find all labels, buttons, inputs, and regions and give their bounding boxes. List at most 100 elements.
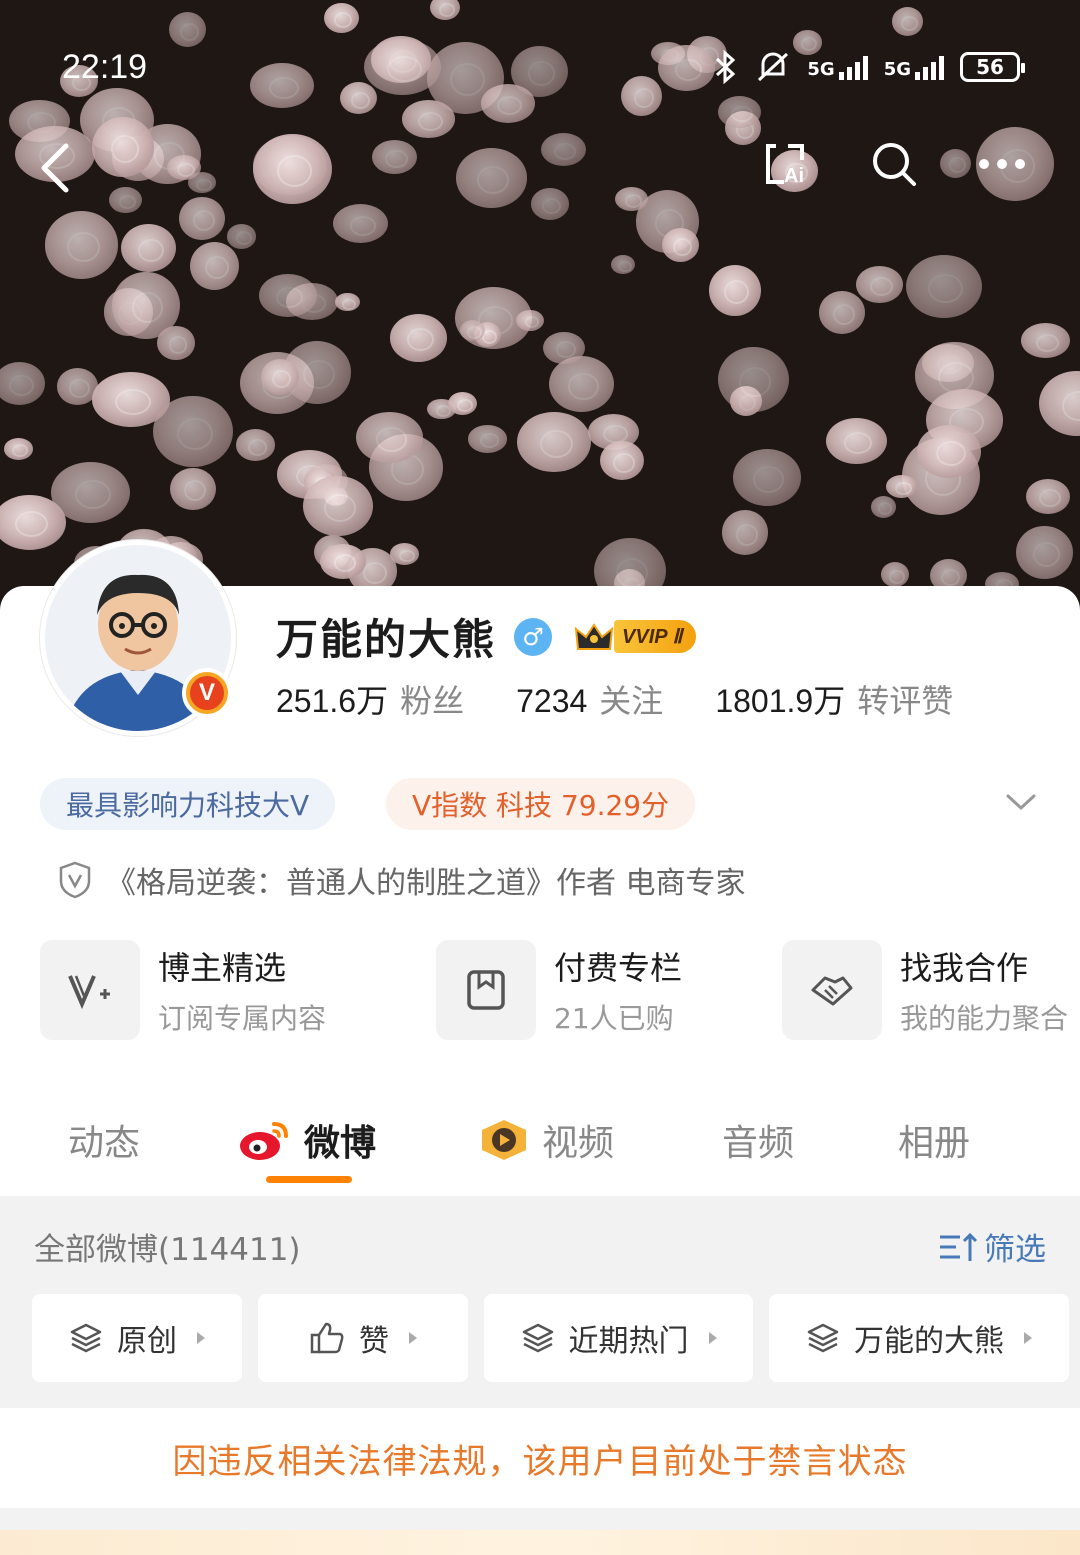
network-type-2: 5G — [883, 59, 911, 80]
jellyfish-decoration — [334, 293, 360, 312]
search-button[interactable] — [868, 138, 920, 190]
jellyfish-decoration — [1016, 526, 1073, 579]
feature-subtitle: 21人已购 — [554, 1002, 674, 1035]
jellyfish-decoration — [260, 359, 299, 395]
jellyfish-decoration — [1021, 322, 1070, 359]
thumbs-up-icon — [310, 1322, 344, 1354]
stat-following[interactable]: 7234 关注 — [516, 676, 663, 722]
jellyfish-decoration — [718, 96, 762, 128]
jellyfish-decoration — [371, 140, 418, 174]
chip-label: 万能的大熊 — [854, 1324, 1004, 1359]
network-type-1: 5G — [807, 59, 835, 80]
crown-icon — [574, 622, 614, 650]
jellyfish-decoration — [540, 133, 587, 167]
profile-name: 万能的大熊 — [276, 615, 497, 664]
jellyfish-decoration — [170, 467, 216, 511]
filter-icon — [940, 1232, 978, 1261]
jellyfish-decoration — [92, 117, 154, 178]
jellyfish-decoration — [235, 429, 276, 462]
chip-original[interactable]: 原创 — [32, 1294, 242, 1382]
battery-level: 56 — [976, 55, 1004, 79]
chip-author[interactable]: 万能的大熊 — [769, 1294, 1069, 1382]
mute-bell-icon — [758, 52, 789, 82]
chip-recent-hot[interactable]: 近期热门 — [484, 1294, 753, 1382]
stat-label: 关注 — [599, 682, 664, 720]
feature-cooperation[interactable]: 找我合作 我的能力聚合 — [782, 940, 1080, 1040]
stat-value: 7234 — [516, 683, 588, 719]
feature-icon-box — [40, 940, 140, 1040]
jellyfish-decoration — [661, 227, 700, 263]
jellyfish-decoration — [51, 461, 131, 524]
profile-tabs: 动态 微博 视频 音频 相册 — [0, 1100, 1080, 1196]
tab-label: 相册 — [898, 1123, 971, 1164]
male-gender-icon: ♂ — [514, 617, 553, 656]
jellyfish-decoration — [3, 437, 33, 460]
feed-count-header: 全部微博(114411) — [34, 1232, 301, 1268]
bottom-banner-strip — [0, 1530, 1080, 1555]
layers-icon — [70, 1323, 102, 1353]
profile-name-row: 万能的大熊 ♂ VVIP Ⅱ — [276, 606, 697, 667]
tab-album[interactable]: 相册 — [898, 1114, 970, 1166]
caret-right-icon — [1024, 1332, 1032, 1344]
jellyfish-decoration — [708, 265, 761, 316]
jellyfish-decoration — [455, 148, 527, 208]
stat-value: 251.6万 — [276, 683, 389, 719]
jellyfish-decoration — [870, 495, 896, 518]
feed-section: 全部微博(114411) 筛选 原创 赞 近期热门 万能的大熊 因违反相关法律法… — [0, 1196, 1080, 1555]
ai-button[interactable]: Ai — [760, 138, 812, 190]
v-index-tag[interactable]: V指数 科技 79.29分 — [386, 778, 696, 830]
layers-icon — [522, 1323, 553, 1353]
vvip-badge[interactable]: VVIP Ⅱ — [574, 619, 697, 655]
feature-curated[interactable]: 博主精选 订阅专属内容 — [40, 940, 326, 1040]
jellyfish-decoration — [429, 0, 460, 21]
jellyfish-decoration — [111, 271, 180, 340]
expand-button[interactable] — [1004, 790, 1038, 814]
feature-paid-column[interactable]: 付费专栏 21人已购 — [436, 940, 682, 1040]
signal-strength-icon — [838, 54, 868, 80]
stat-reposts-likes[interactable]: 1801.9万 转评赞 — [715, 676, 953, 722]
jellyfish-decoration — [0, 361, 46, 405]
chip-likes[interactable]: 赞 — [258, 1294, 468, 1382]
more-button[interactable] — [976, 138, 1028, 190]
jellyfish-decoration — [448, 392, 478, 416]
jellyfish-decoration — [320, 543, 366, 579]
ai-scan-icon: Ai — [766, 144, 804, 187]
caret-right-icon — [708, 1332, 717, 1344]
jellyfish-decoration — [333, 204, 389, 244]
jellyfish-decoration — [167, 155, 201, 181]
tab-video[interactable]: 视频 — [478, 1114, 614, 1166]
feature-icon-box — [782, 940, 882, 1040]
v-plus-icon — [68, 975, 110, 1010]
active-tab-indicator — [266, 1176, 352, 1183]
tab-dynamic[interactable]: 动态 — [68, 1114, 140, 1166]
jellyfish-decoration — [1026, 478, 1070, 514]
jellyfish-decoration — [614, 186, 648, 211]
jellyfish-decoration — [610, 254, 636, 275]
video-play-icon — [482, 1120, 526, 1160]
jellyfish-decoration — [179, 196, 226, 241]
jellyfish-decoration — [516, 309, 544, 331]
jellyfish-decoration — [303, 475, 373, 537]
caret-right-icon — [197, 1332, 205, 1344]
tab-audio[interactable]: 音频 — [722, 1114, 794, 1166]
svg-text:Ai: Ai — [784, 165, 804, 187]
status-bar: 22:19 5G 5G 56 — [0, 40, 1080, 100]
shield-v-icon — [59, 861, 91, 899]
feature-subtitle: 我的能力聚合 — [900, 1002, 1069, 1035]
jellyfish-decoration — [543, 331, 585, 364]
jellyfish-decoration — [517, 411, 592, 473]
stat-label: 转评赞 — [857, 682, 954, 720]
stat-value: 1801.9万 — [715, 683, 846, 719]
search-icon — [873, 143, 916, 186]
caret-right-icon — [409, 1332, 417, 1344]
verified-v-icon: V — [190, 676, 224, 710]
jellyfish-decoration — [717, 346, 789, 413]
filter-button[interactable]: 筛选 — [938, 1224, 1046, 1269]
tab-weibo[interactable]: 微博 — [238, 1114, 376, 1166]
jellyfish-decoration — [905, 254, 982, 318]
stat-followers[interactable]: 251.6万 粉丝 — [276, 676, 464, 722]
influence-tag[interactable]: 最具影响力科技大V — [40, 778, 336, 830]
back-button[interactable] — [34, 138, 84, 198]
jellyfish-decoration — [916, 425, 982, 478]
battery-icon: 56 — [960, 52, 1025, 82]
